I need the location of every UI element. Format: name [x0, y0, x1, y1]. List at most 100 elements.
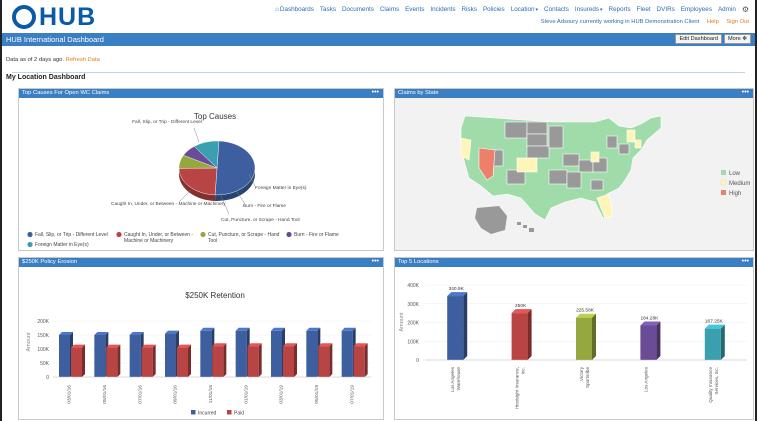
- bar-incurred: [271, 330, 282, 377]
- nav-dashboards[interactable]: Dashboards: [280, 6, 314, 13]
- legend-label-high: High: [729, 191, 741, 197]
- nav-risks[interactable]: Risks: [462, 6, 477, 13]
- panel-title: Top 5 Locations: [398, 259, 439, 265]
- nav-documents[interactable]: Documents: [342, 6, 374, 13]
- nav-location[interactable]: Location: [511, 6, 535, 13]
- nav-admin[interactable]: Admin: [718, 6, 736, 13]
- nav-incidents[interactable]: Incidents: [430, 6, 455, 13]
- refresh-data-link[interactable]: Refresh Data: [66, 57, 100, 63]
- legend-swatch-incurred: [191, 410, 196, 415]
- top-causes-pie-chart: Top CausesFall, Slip, or Trip - Differen…: [27, 112, 339, 248]
- panel-title: Claims by State: [398, 90, 439, 96]
- bar-incurred: [306, 330, 318, 377]
- bar-incurred: [129, 335, 141, 377]
- x-tick-label-line1: Hindsight Insurance,: [515, 367, 520, 409]
- nav-insureds[interactable]: Insureds: [575, 6, 599, 13]
- pie-label-4: Foreign Matter in Eye(s): [255, 185, 307, 191]
- settings-icon[interactable]: ⚙: [742, 5, 749, 14]
- retention-bar-chart: $250K Retention 0 50K 100K 150K 200K Amount 03/…: [26, 291, 371, 417]
- panel-menu-icon[interactable]: •••: [372, 88, 379, 97]
- bar-paid: [353, 346, 365, 377]
- edit-dashboard-button[interactable]: Edit Dashboard: [675, 34, 722, 44]
- y-axis-label: Amount: [26, 332, 32, 351]
- legend-swatch-high: [721, 190, 726, 195]
- location-bar: [640, 325, 657, 360]
- x-tick-label-line2: Services, Inc.: [714, 367, 719, 395]
- bar-incurred: [165, 333, 176, 377]
- claims-by-state-panel: Claims by State ••• Low Medium High: [394, 88, 754, 251]
- divider: [12, 72, 745, 73]
- top-locations-panel: Top 5 Locations ••• 0 100K 200K 300K 400K Amo…: [394, 257, 754, 420]
- panel-menu-icon[interactable]: •••: [742, 88, 749, 97]
- legend-label-medium: Medium: [729, 181, 750, 187]
- app-page: HUB ⌂ Dashboards Tasks Documents Claims …: [0, 0, 757, 421]
- data-label: 225.58K: [576, 308, 595, 314]
- legend-label-paid: Paid: [234, 411, 244, 417]
- more-button[interactable]: More ✻: [724, 34, 751, 44]
- y-tick-label: 50K: [40, 361, 50, 367]
- working-status-text: Steve Adsoury currently working in HUB D…: [540, 19, 700, 25]
- panel-menu-icon[interactable]: •••: [372, 257, 379, 266]
- bar-paid: [212, 346, 224, 377]
- y-tick-label: 0: [46, 375, 49, 381]
- nav-reports[interactable]: Reports: [609, 6, 631, 13]
- legend-label-1-line2: Machine or Machinery: [124, 238, 174, 244]
- x-tick-label-line2: Sportsribe: [585, 367, 590, 388]
- pie-leader-line-1: [178, 189, 192, 203]
- nav-fleet[interactable]: Fleet: [637, 6, 651, 13]
- x-tick-label-line1: Quality Insurance: [708, 367, 713, 403]
- bar-paid: [141, 347, 153, 377]
- bar-incurred: [341, 330, 353, 377]
- nav-contacts[interactable]: Contacts: [544, 6, 569, 13]
- data-label: 250K: [515, 303, 527, 309]
- data-label: 184.28K: [640, 315, 659, 321]
- nav-events[interactable]: Events: [405, 6, 424, 13]
- page-title: HUB International Dashboard: [6, 34, 104, 44]
- logo-ring-icon: [12, 5, 36, 29]
- location-bar: [447, 296, 464, 360]
- panel-title: $250K Policy Erosion: [22, 259, 78, 265]
- y-tick-label: 100K: [37, 347, 49, 353]
- chart-title: $250K Retention: [185, 291, 245, 300]
- pie-label-1: Caught In, Under, or Between - Machine o…: [111, 201, 226, 207]
- bar-side-paid: [364, 343, 368, 377]
- legend-label-2-line1: Cut, Puncture, or Scrape - Hand: [208, 232, 280, 238]
- us-claims-map[interactable]: Low Medium High: [395, 98, 753, 250]
- y-tick-label: 200K: [37, 319, 49, 325]
- data-label: 167.25K: [705, 319, 724, 325]
- map-area: Low Medium High: [395, 98, 753, 255]
- nav-policies[interactable]: Policies: [483, 6, 505, 13]
- location-bar: [576, 317, 592, 360]
- bar-side-paid: [82, 344, 85, 377]
- nav-claims[interactable]: Claims: [380, 6, 399, 13]
- sign-out-link[interactable]: Sign Out: [726, 19, 749, 25]
- pie-label-3: Burn - Fire or Flame: [243, 203, 286, 209]
- top-locations-bar-chart: 0 100K 200K 300K 400K Amount 340.9K Los Angeles…: [399, 283, 747, 409]
- legend-label-4: Foreign Matter in Eye(s): [35, 242, 89, 248]
- y-tick-label: 150K: [37, 333, 49, 339]
- nav-dvirs[interactable]: DVIRs: [657, 6, 675, 13]
- user-status-bar: Steve Adsoury currently working in HUB D…: [535, 19, 749, 25]
- pie-leader-line-0: [193, 127, 200, 143]
- title-actions: Edit Dashboard More ✻: [673, 34, 751, 44]
- main-nav: ⌂ Dashboards Tasks Documents Claims Even…: [275, 5, 749, 14]
- top-causes-panel: Top Causes For Open WC Claims ••• Top Ca…: [18, 88, 384, 251]
- legend-swatch-4: [27, 241, 33, 248]
- x-tick-label: 07/01/19: [349, 385, 355, 404]
- legend-swatch-medium: [720, 179, 727, 186]
- bar-incurred: [235, 330, 247, 377]
- nav-employees[interactable]: Employees: [681, 6, 712, 13]
- x-tick-label: 03/01/16: [67, 385, 73, 404]
- as-of-text: Data as of 2 days ago.: [6, 57, 65, 63]
- panel-menu-icon[interactable]: •••: [742, 257, 749, 266]
- gear-icon: ✻: [742, 36, 747, 42]
- help-link[interactable]: Help: [707, 19, 719, 25]
- legend-label-3: Burn - Fire or Flame: [294, 232, 339, 238]
- bar-paid: [318, 346, 330, 377]
- hub-logo[interactable]: HUB: [12, 3, 96, 31]
- y-tick-label: 100K: [407, 339, 419, 345]
- bar-side: [527, 309, 532, 360]
- nav-tasks[interactable]: Tasks: [320, 6, 336, 13]
- panel-title: Top Causes For Open WC Claims: [22, 90, 110, 96]
- bar-side: [720, 324, 725, 360]
